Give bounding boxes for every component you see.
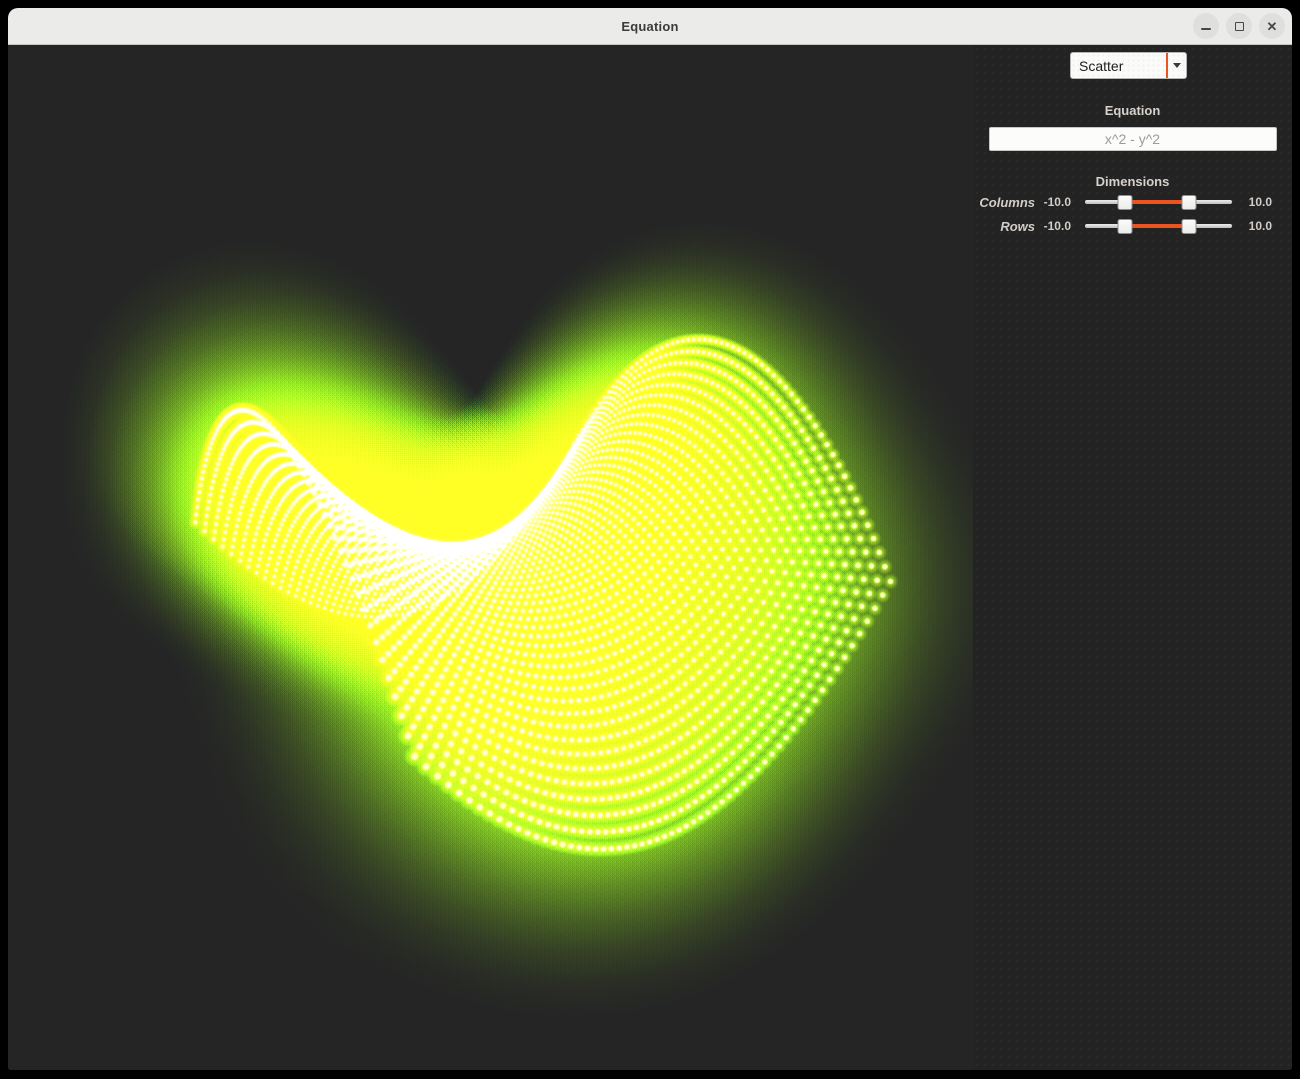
chart-type-dropdown[interactable]: Scatter: [1070, 52, 1187, 79]
columns-max-value: 10.0: [1238, 195, 1272, 209]
close-icon: ✕: [1267, 20, 1278, 33]
equation-input[interactable]: [989, 127, 1277, 151]
slider-handle-low[interactable]: [1117, 195, 1132, 210]
columns-slider-row: Columns -10.0 10.0: [973, 191, 1292, 213]
window-title: Equation: [621, 19, 678, 34]
close-button[interactable]: ✕: [1259, 13, 1285, 39]
dimensions-label: Dimensions: [973, 174, 1292, 189]
slider-handle-low[interactable]: [1117, 219, 1132, 234]
minimize-button[interactable]: [1193, 13, 1219, 39]
slider-fill: [1125, 200, 1190, 204]
surface-canvas[interactable]: [8, 45, 973, 1070]
columns-range-slider[interactable]: [1085, 194, 1232, 210]
chevron-down-icon: [1173, 63, 1181, 68]
slider-fill: [1125, 224, 1190, 228]
titlebar: Equation ✕: [8, 8, 1292, 45]
minimize-icon: [1201, 28, 1211, 30]
slider-handle-high[interactable]: [1182, 195, 1197, 210]
content-area: Scatter Equation Dimensions Columns -10.…: [8, 45, 1292, 1070]
columns-min-value: -10.0: [1035, 195, 1071, 209]
equation-label: Equation: [973, 103, 1292, 118]
chart-type-value: Scatter: [1071, 53, 1166, 78]
plot-area[interactable]: [8, 45, 973, 1070]
rows-range-slider[interactable]: [1085, 218, 1232, 234]
rows-min-value: -10.0: [1035, 219, 1071, 233]
window-controls: ✕: [1193, 13, 1285, 39]
maximize-button[interactable]: [1226, 13, 1252, 39]
dropdown-arrow-button[interactable]: [1166, 53, 1186, 78]
columns-label: Columns: [973, 195, 1035, 210]
app-window: Equation ✕ Scatter Equation: [8, 8, 1292, 1070]
rows-max-value: 10.0: [1238, 219, 1272, 233]
rows-label: Rows: [973, 219, 1035, 234]
sidebar: Scatter Equation Dimensions Columns -10.…: [973, 45, 1292, 1070]
maximize-icon: [1235, 22, 1244, 31]
rows-slider-row: Rows -10.0 10.0: [973, 215, 1292, 237]
slider-handle-high[interactable]: [1182, 219, 1197, 234]
